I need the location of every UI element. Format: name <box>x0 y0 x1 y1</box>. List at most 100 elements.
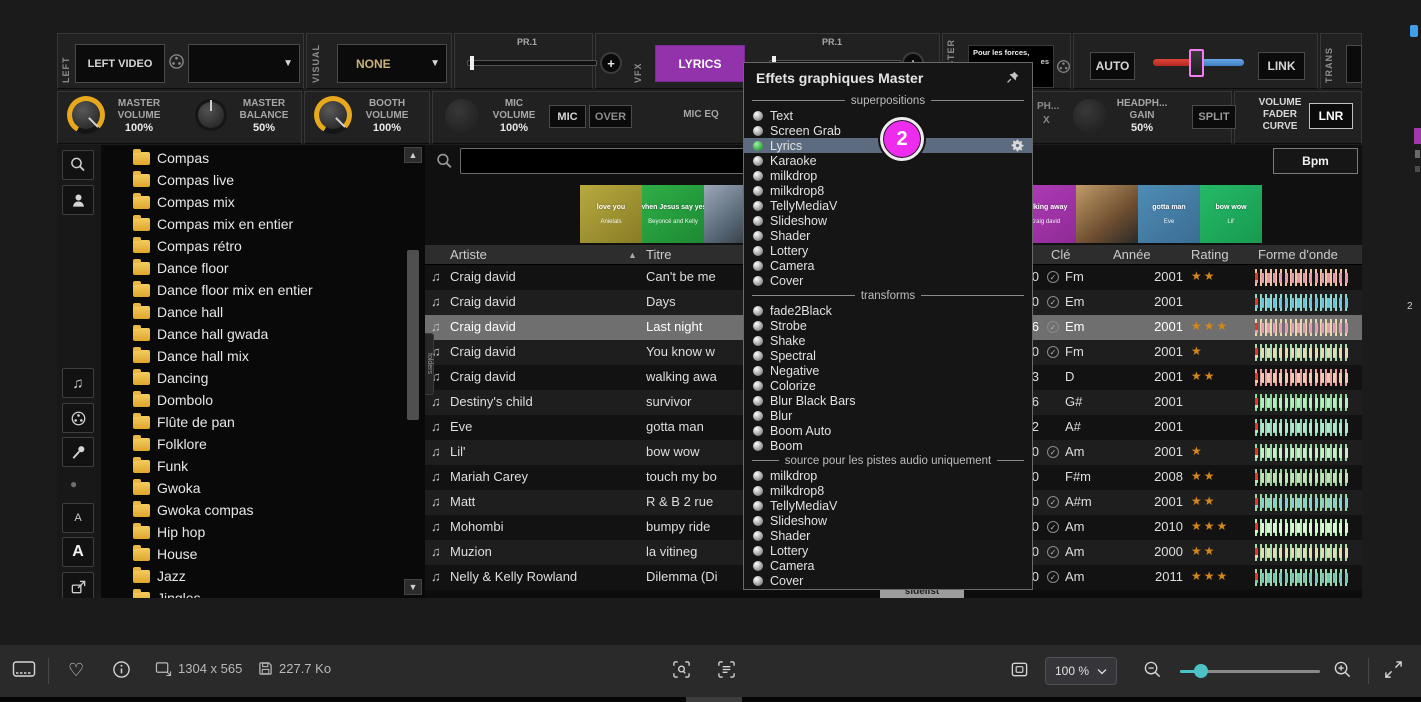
text-actions-button[interactable] <box>717 660 736 679</box>
pr1-left-add-button[interactable]: + <box>600 52 622 74</box>
effect-toggle-dot[interactable] <box>753 156 763 166</box>
column-header-waveform[interactable]: Forme d'onde <box>1258 247 1338 262</box>
booth-volume-knob[interactable] <box>314 96 352 134</box>
folder-item[interactable]: Dance floor mix en entier <box>101 279 401 301</box>
external-window-button[interactable] <box>62 572 94 598</box>
column-header-year[interactable]: Année <box>1113 247 1151 262</box>
folder-item[interactable]: Dance hall gwada <box>101 323 401 345</box>
effect-toggle-dot[interactable] <box>753 546 763 556</box>
folder-item[interactable]: Gwoka compas <box>101 499 401 521</box>
effect-toggle-dot[interactable] <box>753 561 763 571</box>
fullscreen-button[interactable] <box>1384 660 1403 679</box>
effect-toggle-dot[interactable] <box>753 426 763 436</box>
vfx-dropdown[interactable]: LYRICS <box>655 45 745 82</box>
album-cover-thumbnail[interactable] <box>1076 185 1138 243</box>
friends-tool-button[interactable] <box>62 185 94 215</box>
effect-toggle-dot[interactable] <box>753 486 763 496</box>
effect-menu-item[interactable]: Negative <box>744 363 1032 378</box>
effect-toggle-dot[interactable] <box>753 231 763 241</box>
effect-toggle-dot[interactable] <box>753 276 763 286</box>
effect-menu-item[interactable]: Camera <box>744 258 1032 273</box>
folder-item[interactable]: Compas mix en entier <box>101 213 401 235</box>
effect-menu-item[interactable]: Boom Auto <box>744 423 1032 438</box>
effect-menu-item[interactable]: milkdrop8 <box>744 483 1032 498</box>
favorite-button[interactable]: ♡ <box>68 660 84 681</box>
effect-toggle-dot[interactable] <box>753 576 763 586</box>
partial-edge-button[interactable] <box>1346 45 1362 83</box>
effect-toggle-dot[interactable] <box>753 171 763 181</box>
effect-toggle-dot[interactable] <box>753 141 763 151</box>
folder-item[interactable]: Gwoka <box>101 477 401 499</box>
search-tool-button[interactable] <box>62 150 94 180</box>
folder-item[interactable]: Dombolo <box>101 389 401 411</box>
visual-search-button[interactable] <box>672 660 691 679</box>
mic-volume-knob[interactable] <box>445 99 479 133</box>
crossfader-auto-button[interactable]: AUTO <box>1090 52 1135 80</box>
album-cover-thumbnail[interactable]: when Jesus say yesBeyoncé and Kelly <box>642 185 704 243</box>
folder-item[interactable]: Compas <box>101 147 401 169</box>
folder-item[interactable]: Dance hall <box>101 301 401 323</box>
effect-toggle-dot[interactable] <box>753 411 763 421</box>
info-button[interactable] <box>112 660 131 679</box>
crossfader-handle[interactable] <box>1189 49 1204 77</box>
effect-menu-item[interactable]: Shader <box>744 528 1032 543</box>
zoom-out-button[interactable] <box>1143 660 1162 679</box>
folder-item[interactable]: Compas live <box>101 169 401 191</box>
bpm-column-button[interactable]: Bpm <box>1273 148 1358 174</box>
effect-toggle-dot[interactable] <box>753 531 763 541</box>
album-cover-thumbnail[interactable]: gotta manEve <box>1138 185 1200 243</box>
effect-toggle-dot[interactable] <box>753 261 763 271</box>
folder-item[interactable]: Jingles <box>101 587 401 598</box>
karaoke-filter-button[interactable] <box>62 437 94 467</box>
effect-toggle-dot[interactable] <box>753 381 763 391</box>
effect-menu-item[interactable]: Cover <box>744 273 1032 288</box>
pr1-left-slider[interactable] <box>467 60 597 66</box>
left-video-button[interactable]: LEFT VIDEO <box>75 44 165 83</box>
headphone-gain-knob[interactable] <box>1073 99 1107 133</box>
folder-item[interactable]: Flûte de pan <box>101 411 401 433</box>
effect-menu-item[interactable]: fade2Black <box>744 303 1032 318</box>
effect-menu-item[interactable]: Camera <box>744 558 1032 573</box>
effect-menu-item[interactable]: Shake <box>744 333 1032 348</box>
effect-toggle-dot[interactable] <box>753 216 763 226</box>
column-header-artist[interactable]: Artiste <box>450 247 487 262</box>
effect-toggle-dot[interactable] <box>753 471 763 481</box>
album-cover-thumbnail[interactable]: bow wowLil' <box>1200 185 1262 243</box>
effect-menu-item[interactable]: Colorize <box>744 378 1032 393</box>
folder-item[interactable]: House <box>101 543 401 565</box>
folder-scrollbar-thumb[interactable] <box>407 250 419 420</box>
folder-item[interactable]: Hip hop <box>101 521 401 543</box>
video-filter-button[interactable] <box>62 403 94 433</box>
gear-icon[interactable] <box>1011 139 1032 152</box>
effect-menu-item[interactable]: Blur <box>744 408 1032 423</box>
effect-toggle-dot[interactable] <box>753 441 763 451</box>
crossfader-link-button[interactable]: LINK <box>1258 52 1305 80</box>
effect-menu-item[interactable]: milkdrop <box>744 168 1032 183</box>
mic-over-button[interactable]: OVER <box>589 105 632 128</box>
column-header-rating[interactable]: Rating <box>1191 247 1229 262</box>
volume-fader-curve-button[interactable]: LNR <box>1309 103 1353 129</box>
effect-toggle-dot[interactable] <box>753 186 763 196</box>
zoom-level-dropdown[interactable]: 100 % <box>1045 657 1117 685</box>
effect-toggle-dot[interactable] <box>753 366 763 376</box>
effect-menu-item[interactable]: Lottery <box>744 543 1032 558</box>
headphone-split-button[interactable]: SPLIT <box>1192 105 1236 129</box>
effect-toggle-dot[interactable] <box>753 516 763 526</box>
effect-toggle-dot[interactable] <box>753 336 763 346</box>
effect-menu-item[interactable]: Boom <box>744 438 1032 453</box>
effect-menu-item[interactable]: Strobe <box>744 318 1032 333</box>
column-header-title[interactable]: Titre <box>646 247 672 262</box>
folder-item[interactable]: Dance hall mix <box>101 345 401 367</box>
folders-side-tab[interactable]: folders <box>425 333 434 395</box>
folder-item[interactable]: Dancing <box>101 367 401 389</box>
effect-toggle-dot[interactable] <box>753 321 763 331</box>
pr1-left-slider-thumb[interactable] <box>470 56 474 70</box>
effect-toggle-dot[interactable] <box>753 396 763 406</box>
column-header-key[interactable]: Clé <box>1051 247 1071 262</box>
effect-menu-item[interactable]: Cover <box>744 573 1032 588</box>
large-font-button[interactable]: A <box>62 537 94 567</box>
folder-item[interactable]: Funk <box>101 455 401 477</box>
master-volume-knob[interactable] <box>67 96 105 134</box>
effect-menu-item[interactable]: Slideshow <box>744 513 1032 528</box>
effect-menu-item[interactable]: milkdrop <box>744 468 1032 483</box>
